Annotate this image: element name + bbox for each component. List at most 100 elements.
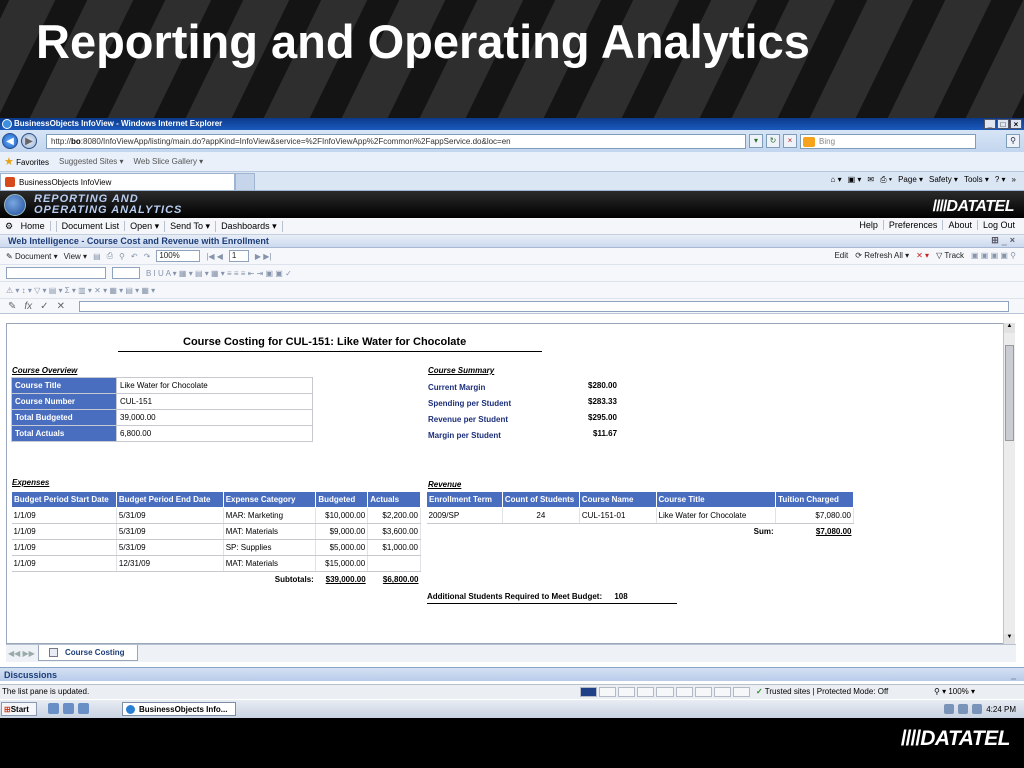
maximize-button[interactable]: □	[997, 119, 1009, 129]
home-icon[interactable]: ⌂ ▾	[831, 175, 842, 185]
sheet-nav-arrows[interactable]: ◀◀ ▶▶	[8, 649, 35, 658]
safety-menu[interactable]: Safety ▾	[929, 175, 958, 185]
page-menu[interactable]: Page ▾	[898, 175, 923, 185]
find-icon[interactable]: ⚲	[119, 252, 125, 261]
discussions-panel-header[interactable]: Discussions ‗	[0, 667, 1024, 681]
formula-input[interactable]	[78, 300, 1009, 312]
browser-tab[interactable]: BusinessObjects InfoView	[0, 173, 235, 190]
url-dropdown-button[interactable]: ▾	[749, 134, 763, 148]
bo-header: Reporting and Operating Analytics ////DAT…	[0, 191, 1024, 218]
search-input[interactable]: Bing	[800, 133, 976, 149]
scroll-down-icon[interactable]: ▼	[1004, 634, 1015, 644]
menu-open[interactable]: Open ▾	[125, 220, 166, 232]
desktop-icon[interactable]	[48, 703, 59, 714]
font-name-input[interactable]	[6, 267, 106, 279]
column-header[interactable]: Expense Category	[222, 491, 317, 508]
url-input[interactable]: http://bo:8080/InfoViewApp/listing/main.…	[46, 133, 746, 149]
print-icon[interactable]: ⎙	[107, 251, 113, 261]
last-page-icon[interactable]: ▶ ▶|	[255, 252, 272, 261]
document-menu[interactable]: ✎ Document ▾	[6, 252, 58, 261]
start-button[interactable]: ⊞Start	[1, 702, 37, 716]
edit-button[interactable]: Edit	[834, 251, 848, 260]
print-icon[interactable]: ⎙ ▾	[880, 175, 892, 185]
feeds-icon[interactable]: ▣ ▾	[848, 175, 862, 185]
column-header[interactable]: Budgeted	[315, 491, 369, 508]
column-header[interactable]: Tuition Charged	[775, 491, 854, 508]
menu-preferences[interactable]: Preferences	[884, 220, 944, 230]
report-vertical-scrollbar[interactable]: ▲ ▼	[1003, 323, 1015, 644]
format-icons[interactable]: B I U A ▾ ▦ ▾ ▤ ▾ ▦ ▾ ≡ ≡ ≡ ⇤ ⇥ ▣ ▣ ✓	[146, 269, 292, 278]
expand-icon[interactable]: ‗	[1011, 669, 1016, 679]
column-header[interactable]: Budget Period End Date	[115, 491, 224, 508]
font-size-input[interactable]	[112, 267, 140, 279]
close-button[interactable]: ×	[1010, 119, 1022, 129]
web-slice-gallery-link[interactable]: Web Slice Gallery ▾	[134, 157, 204, 166]
column-header[interactable]: Actuals	[367, 491, 421, 508]
favorites-button[interactable]: ★ Favorites	[4, 155, 49, 168]
revenue-header: Revenue	[428, 480, 462, 489]
track-button[interactable]: ▽ Track	[936, 251, 964, 260]
network-icon[interactable]	[958, 704, 969, 714]
explorer-icon[interactable]	[63, 703, 74, 714]
column-header[interactable]: Count of Students	[501, 491, 580, 508]
scroll-thumb[interactable]	[1005, 345, 1014, 441]
volume-icon[interactable]	[972, 704, 983, 714]
back-button[interactable]: ◀	[2, 133, 18, 149]
export-icon[interactable]: ✕ ▾	[916, 251, 929, 260]
first-page-icon[interactable]: |◀ ◀	[206, 252, 223, 261]
fx-icon[interactable]: fx	[24, 301, 32, 312]
menu-dashboards[interactable]: Dashboards ▾	[216, 220, 283, 232]
taskbar-item-bo[interactable]: BusinessObjects Info...	[122, 702, 236, 716]
redo-icon[interactable]: ↷	[144, 252, 151, 261]
save-icon[interactable]: ▤	[93, 252, 101, 261]
expenses-table: Budget Period Start Date Budget Period E…	[11, 491, 421, 588]
panel-controls[interactable]: ⊞‗×	[991, 235, 1018, 246]
menu-document-list[interactable]: Document List	[57, 221, 126, 231]
column-header[interactable]: Course Title	[655, 491, 777, 508]
bo-header-title: Reporting and Operating Analytics	[34, 193, 183, 216]
column-header[interactable]: Course Name	[578, 491, 657, 508]
mail-icon[interactable]: ✉	[867, 175, 874, 185]
refresh-all-button[interactable]: ⟳ Refresh All ▾	[855, 251, 909, 260]
ie-icon[interactable]	[78, 703, 89, 714]
menu-home[interactable]: ⚙ Home	[0, 220, 57, 232]
view-menu[interactable]: View ▾	[64, 252, 87, 261]
tools-menu[interactable]: Tools ▾	[964, 175, 989, 185]
search-icon[interactable]: ⚲	[1006, 134, 1020, 148]
report-canvas: Course Costing for CUL-151: Like Water f…	[6, 323, 1006, 644]
undo-icon[interactable]: ↶	[131, 252, 138, 261]
menu-send-to[interactable]: Send To ▾	[165, 220, 217, 232]
sum-value: $7,080.00	[815, 527, 852, 537]
new-tab-button[interactable]	[235, 173, 255, 190]
column-header[interactable]: Enrollment Term	[426, 491, 503, 508]
analysis-icons[interactable]: ⚠ ▾ ↕ ▾ ▽ ▾ ▤ ▾ Σ ▾ ▥ ▾ ✕ ▾ ▦ ▾ ▤ ▾ ▦ ▾	[6, 286, 155, 295]
bo-menu-bar: ⚙ Home Document List Open ▾ Send To ▾ Da…	[0, 218, 1024, 235]
suggested-sites-link[interactable]: Suggested Sites ▾	[59, 157, 124, 166]
minimize-button[interactable]: _	[984, 119, 996, 129]
cell: 24	[502, 507, 580, 524]
page-input[interactable]: 1	[228, 250, 249, 262]
zoom-level[interactable]: ⚲ ▾ 100% ▾	[934, 687, 975, 696]
cell: 1/1/09	[11, 555, 117, 572]
menu-help[interactable]: Help	[854, 220, 884, 230]
cancel-icon[interactable]: ✕	[57, 301, 65, 312]
menu-about[interactable]: About	[943, 220, 978, 230]
check-icon[interactable]: ✓	[40, 301, 48, 312]
slide-footer-logo: ////DATATEL	[900, 727, 1011, 750]
forward-button[interactable]: ▶	[21, 133, 37, 149]
toolbar-misc-icons[interactable]: ▣ ▣ ▣ ▣ ⚲	[971, 251, 1016, 260]
chevron-right-icon[interactable]: »	[1012, 175, 1016, 185]
formula-editor-icon[interactable]: ✎	[8, 301, 16, 312]
column-header[interactable]: Budget Period Start Date	[11, 491, 117, 508]
menu-log-out[interactable]: Log Out	[978, 220, 1020, 230]
refresh-icon[interactable]: ↻	[766, 134, 780, 148]
help-icon[interactable]: ? ▾	[995, 175, 1006, 185]
scroll-up-icon[interactable]: ▲	[1004, 323, 1015, 333]
zoom-input[interactable]: 100%	[156, 250, 201, 262]
sheet-tab-course-costing[interactable]: Course Costing	[38, 645, 138, 661]
stop-icon[interactable]: ×	[783, 134, 797, 148]
subtotals-label: Subtotals:	[274, 575, 314, 585]
webi-title-bar: Web Intelligence - Course Cost and Reven…	[0, 235, 1024, 248]
tray-icon[interactable]	[944, 704, 955, 714]
security-zone[interactable]: ✓ Trusted sites | Protected Mode: Off	[756, 687, 888, 696]
